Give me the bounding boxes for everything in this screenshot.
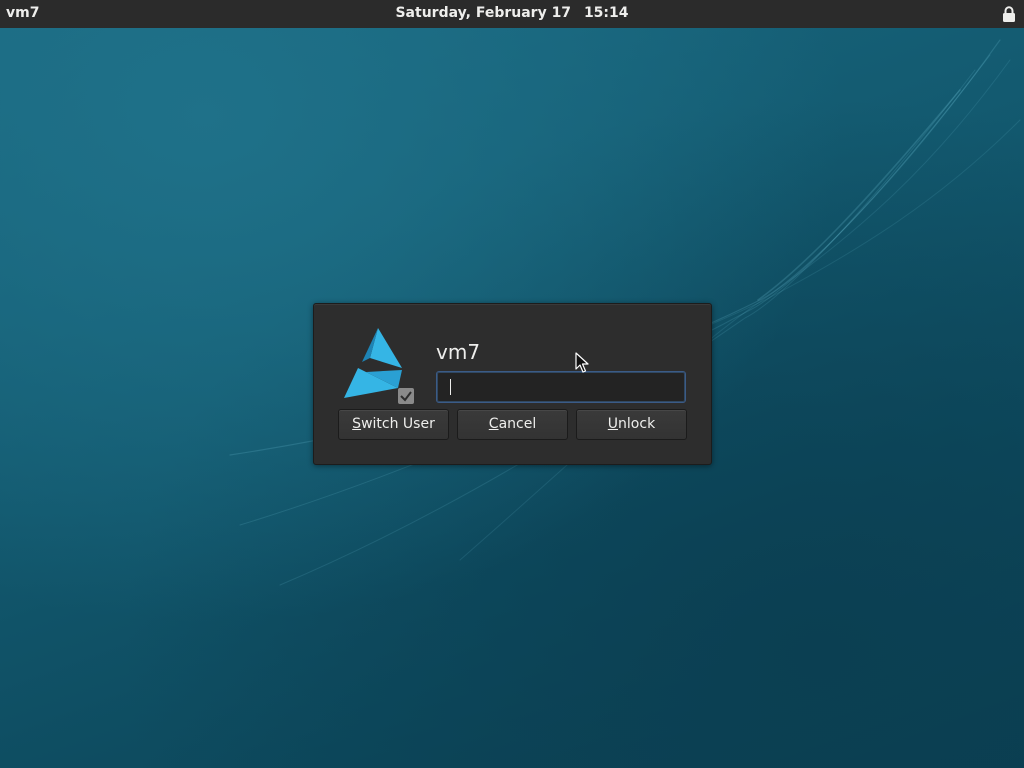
unlock-dialog: vm7 Switch User Cancel Unlock xyxy=(313,303,712,465)
clock[interactable]: Saturday, February 17 15:14 xyxy=(0,5,1024,21)
cancel-mnemonic: C xyxy=(488,416,499,432)
lock-icon[interactable] xyxy=(1002,6,1016,22)
username-label: vm7 xyxy=(436,340,481,364)
clock-date: Saturday, February 17 xyxy=(395,5,572,21)
switch-user-label: witch User xyxy=(361,416,435,432)
unlock-mnemonic: U xyxy=(607,416,619,432)
unlock-button[interactable]: Unlock xyxy=(576,409,687,440)
password-input[interactable] xyxy=(436,371,686,403)
cancel-label: ancel xyxy=(498,416,537,432)
unlock-label: nlock xyxy=(618,416,656,432)
cancel-button[interactable]: Cancel xyxy=(457,409,568,440)
switch-user-button[interactable]: Switch User xyxy=(338,409,449,440)
fedora-logo-avatar-icon xyxy=(344,328,414,404)
text-caret xyxy=(450,379,451,395)
clock-time: 15:14 xyxy=(583,5,629,21)
top-bar: vm7 Saturday, February 17 15:14 xyxy=(0,0,1024,28)
mouse-pointer-icon xyxy=(575,352,589,373)
switch-user-mnemonic: S xyxy=(352,416,362,432)
